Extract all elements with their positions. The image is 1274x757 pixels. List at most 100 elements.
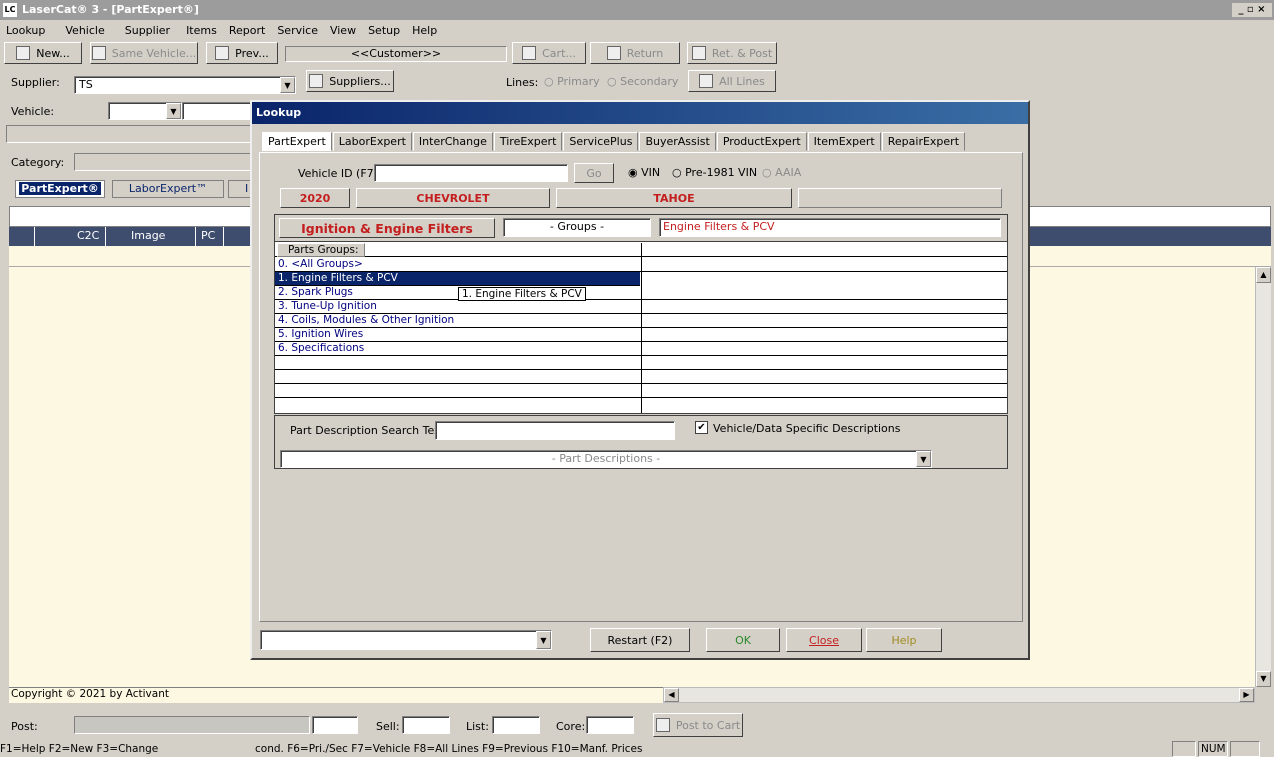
vehicle-specific-label: Vehicle/Data Specific Descriptions — [713, 422, 901, 435]
post-to-cart-button[interactable]: Post to Cart — [653, 713, 743, 737]
menu-view[interactable]: View — [324, 20, 362, 40]
pre1981-radio[interactable]: ○ Pre-1981 VIN — [672, 166, 757, 179]
menu-help[interactable]: Help — [406, 20, 443, 40]
status-cell — [1172, 741, 1196, 757]
copyright-text: Copyright © 2021 by Activant — [11, 688, 169, 700]
ret-post-button[interactable]: Ret. & Post — [687, 42, 777, 64]
suppliers-button[interactable]: Suppliers... — [306, 70, 394, 92]
chevron-down-icon[interactable]: ▼ — [166, 103, 181, 119]
prev-icon — [215, 46, 230, 60]
search-label: Part Description Search Text: — [290, 424, 449, 437]
list-label: List: — [466, 720, 489, 733]
status-keys: F1=Help F2=New F3=Change — [0, 743, 159, 755]
left-panel-bottom: Copyright © 2021 by Activant — [9, 687, 663, 703]
menu-service[interactable]: Service — [271, 20, 324, 40]
all-lines-icon — [699, 74, 714, 88]
menu-lookup[interactable]: Lookup — [0, 20, 51, 40]
make-button[interactable]: CHEVROLET — [356, 188, 550, 208]
tab-tireexpert[interactable]: TireExpert — [493, 132, 563, 151]
scroll-up-icon[interactable]: ▲ — [1256, 267, 1271, 283]
menu-bar: Lookup Vehicle Supplier Items Report Ser… — [0, 20, 1274, 40]
vehicle-id-input[interactable] — [374, 164, 568, 182]
core-field[interactable] — [586, 716, 634, 734]
primary-radio[interactable]: ○ Primary — [544, 75, 600, 88]
qty-field[interactable] — [312, 716, 358, 734]
vertical-scrollbar[interactable]: ▲ ▼ — [1255, 267, 1271, 687]
title-bar: LC LaserCat® 3 - [PartExpert®] _ ▫ × — [0, 0, 1274, 20]
tab-partexpert[interactable]: PartExpert — [262, 132, 332, 151]
help-button[interactable]: Help — [866, 628, 942, 652]
scroll-left-icon[interactable]: ◀ — [664, 688, 679, 702]
menu-supplier[interactable]: Supplier — [119, 20, 176, 40]
part-descriptions-select[interactable]: - Part Descriptions - ▼ — [280, 450, 932, 468]
list-item-selected[interactable]: 1. Engine Filters & PCV — [275, 272, 640, 286]
groups-select[interactable]: - Groups - — [503, 218, 651, 237]
vin-radio[interactable]: ◉ VIN — [628, 166, 660, 179]
horizontal-scrollbar[interactable]: ◀ ▶ — [663, 687, 1255, 703]
vehicle-year-select[interactable]: ▼ — [108, 102, 182, 120]
return-button[interactable]: Return — [590, 42, 680, 64]
chevron-down-icon[interactable]: ▼ — [916, 451, 931, 467]
tab-buyerassist[interactable]: BuyerAssist — [639, 132, 716, 151]
category-label: Category: — [11, 156, 65, 169]
cart-button[interactable]: Cart... — [512, 42, 586, 64]
groups-panel: Ignition & Engine Filters - Groups - Eng… — [274, 214, 1008, 414]
window-controls[interactable]: _ ▫ × — [1232, 3, 1272, 17]
category-field[interactable] — [74, 153, 252, 171]
engine-button[interactable] — [798, 188, 1002, 208]
new-button[interactable]: New... — [4, 42, 82, 64]
main-tab-partexpert[interactable]: PartExpert® — [15, 180, 105, 198]
groups-divider — [641, 243, 642, 413]
tab-serviceplus[interactable]: ServicePlus — [563, 132, 639, 151]
return-icon — [606, 46, 621, 60]
group-title[interactable]: Ignition & Engine Filters — [279, 218, 495, 238]
tab-interchange[interactable]: InterChange — [412, 132, 493, 151]
dialog-bottom-select[interactable]: ▼ — [260, 630, 552, 650]
groups-toolbar: Ignition & Engine Filters - Groups - Eng… — [275, 215, 1007, 242]
tab-productexpert[interactable]: ProductExpert — [716, 132, 807, 151]
aaia-radio[interactable]: ○ AAIA — [762, 166, 801, 179]
tab-laborexpert[interactable]: LaborExpert — [332, 132, 412, 151]
scroll-right-icon[interactable]: ▶ — [1239, 688, 1254, 702]
menu-report[interactable]: Report — [223, 20, 271, 40]
secondary-radio[interactable]: ○ Secondary — [607, 75, 678, 88]
col-image[interactable]: Image — [131, 229, 165, 242]
group-selected[interactable]: Engine Filters & PCV — [659, 218, 1001, 237]
all-lines-button[interactable]: All Lines — [688, 70, 776, 92]
sell-field[interactable] — [402, 716, 450, 734]
ret-post-icon — [691, 46, 706, 60]
chevron-down-icon[interactable]: ▼ — [280, 77, 295, 93]
main-tab-laborexpert[interactable]: LaborExpert™ — [112, 180, 224, 198]
window-title: LaserCat® 3 - [PartExpert®] — [22, 3, 199, 16]
prev-button[interactable]: Prev... — [206, 42, 278, 64]
chevron-down-icon[interactable]: ▼ — [536, 631, 551, 649]
col-c2c[interactable]: C2C — [77, 229, 99, 242]
tab-itemexpert[interactable]: ItemExpert — [807, 132, 881, 151]
list-field[interactable] — [492, 716, 540, 734]
vehicle-label: Vehicle: — [11, 105, 55, 118]
same-vehicle-button[interactable]: Same Vehicle... — [90, 42, 198, 64]
close-button[interactable]: Close — [786, 628, 862, 652]
post-field[interactable] — [74, 716, 310, 734]
customer-field[interactable]: <<Customer>> — [285, 46, 507, 62]
scroll-down-icon[interactable]: ▼ — [1256, 671, 1271, 687]
menu-setup[interactable]: Setup — [362, 20, 406, 40]
post-cart-icon — [655, 718, 670, 732]
go-button[interactable]: Go — [574, 163, 614, 183]
supplier-select[interactable]: TS ▼ — [74, 76, 296, 94]
menu-items[interactable]: Items — [180, 20, 223, 40]
vehicle-make-field[interactable] — [182, 102, 252, 120]
restart-button[interactable]: Restart (F2) — [590, 628, 690, 652]
dialog-title: Lookup — [252, 102, 1028, 124]
search-input[interactable] — [435, 421, 675, 440]
tab-repairexpert[interactable]: RepairExpert — [881, 132, 966, 151]
model-button[interactable]: TAHOE — [556, 188, 792, 208]
vehicle-specific-checkbox[interactable]: ✔ — [695, 421, 708, 434]
vehicle-description-bar — [6, 125, 252, 143]
group-tooltip: 1. Engine Filters & PCV — [458, 287, 586, 301]
menu-vehicle[interactable]: Vehicle — [59, 20, 110, 40]
ok-button[interactable]: OK — [706, 628, 780, 652]
year-button[interactable]: 2020 — [280, 188, 350, 208]
main-tab-other[interactable]: I — [228, 180, 252, 198]
col-pc[interactable]: PC — [201, 229, 215, 242]
